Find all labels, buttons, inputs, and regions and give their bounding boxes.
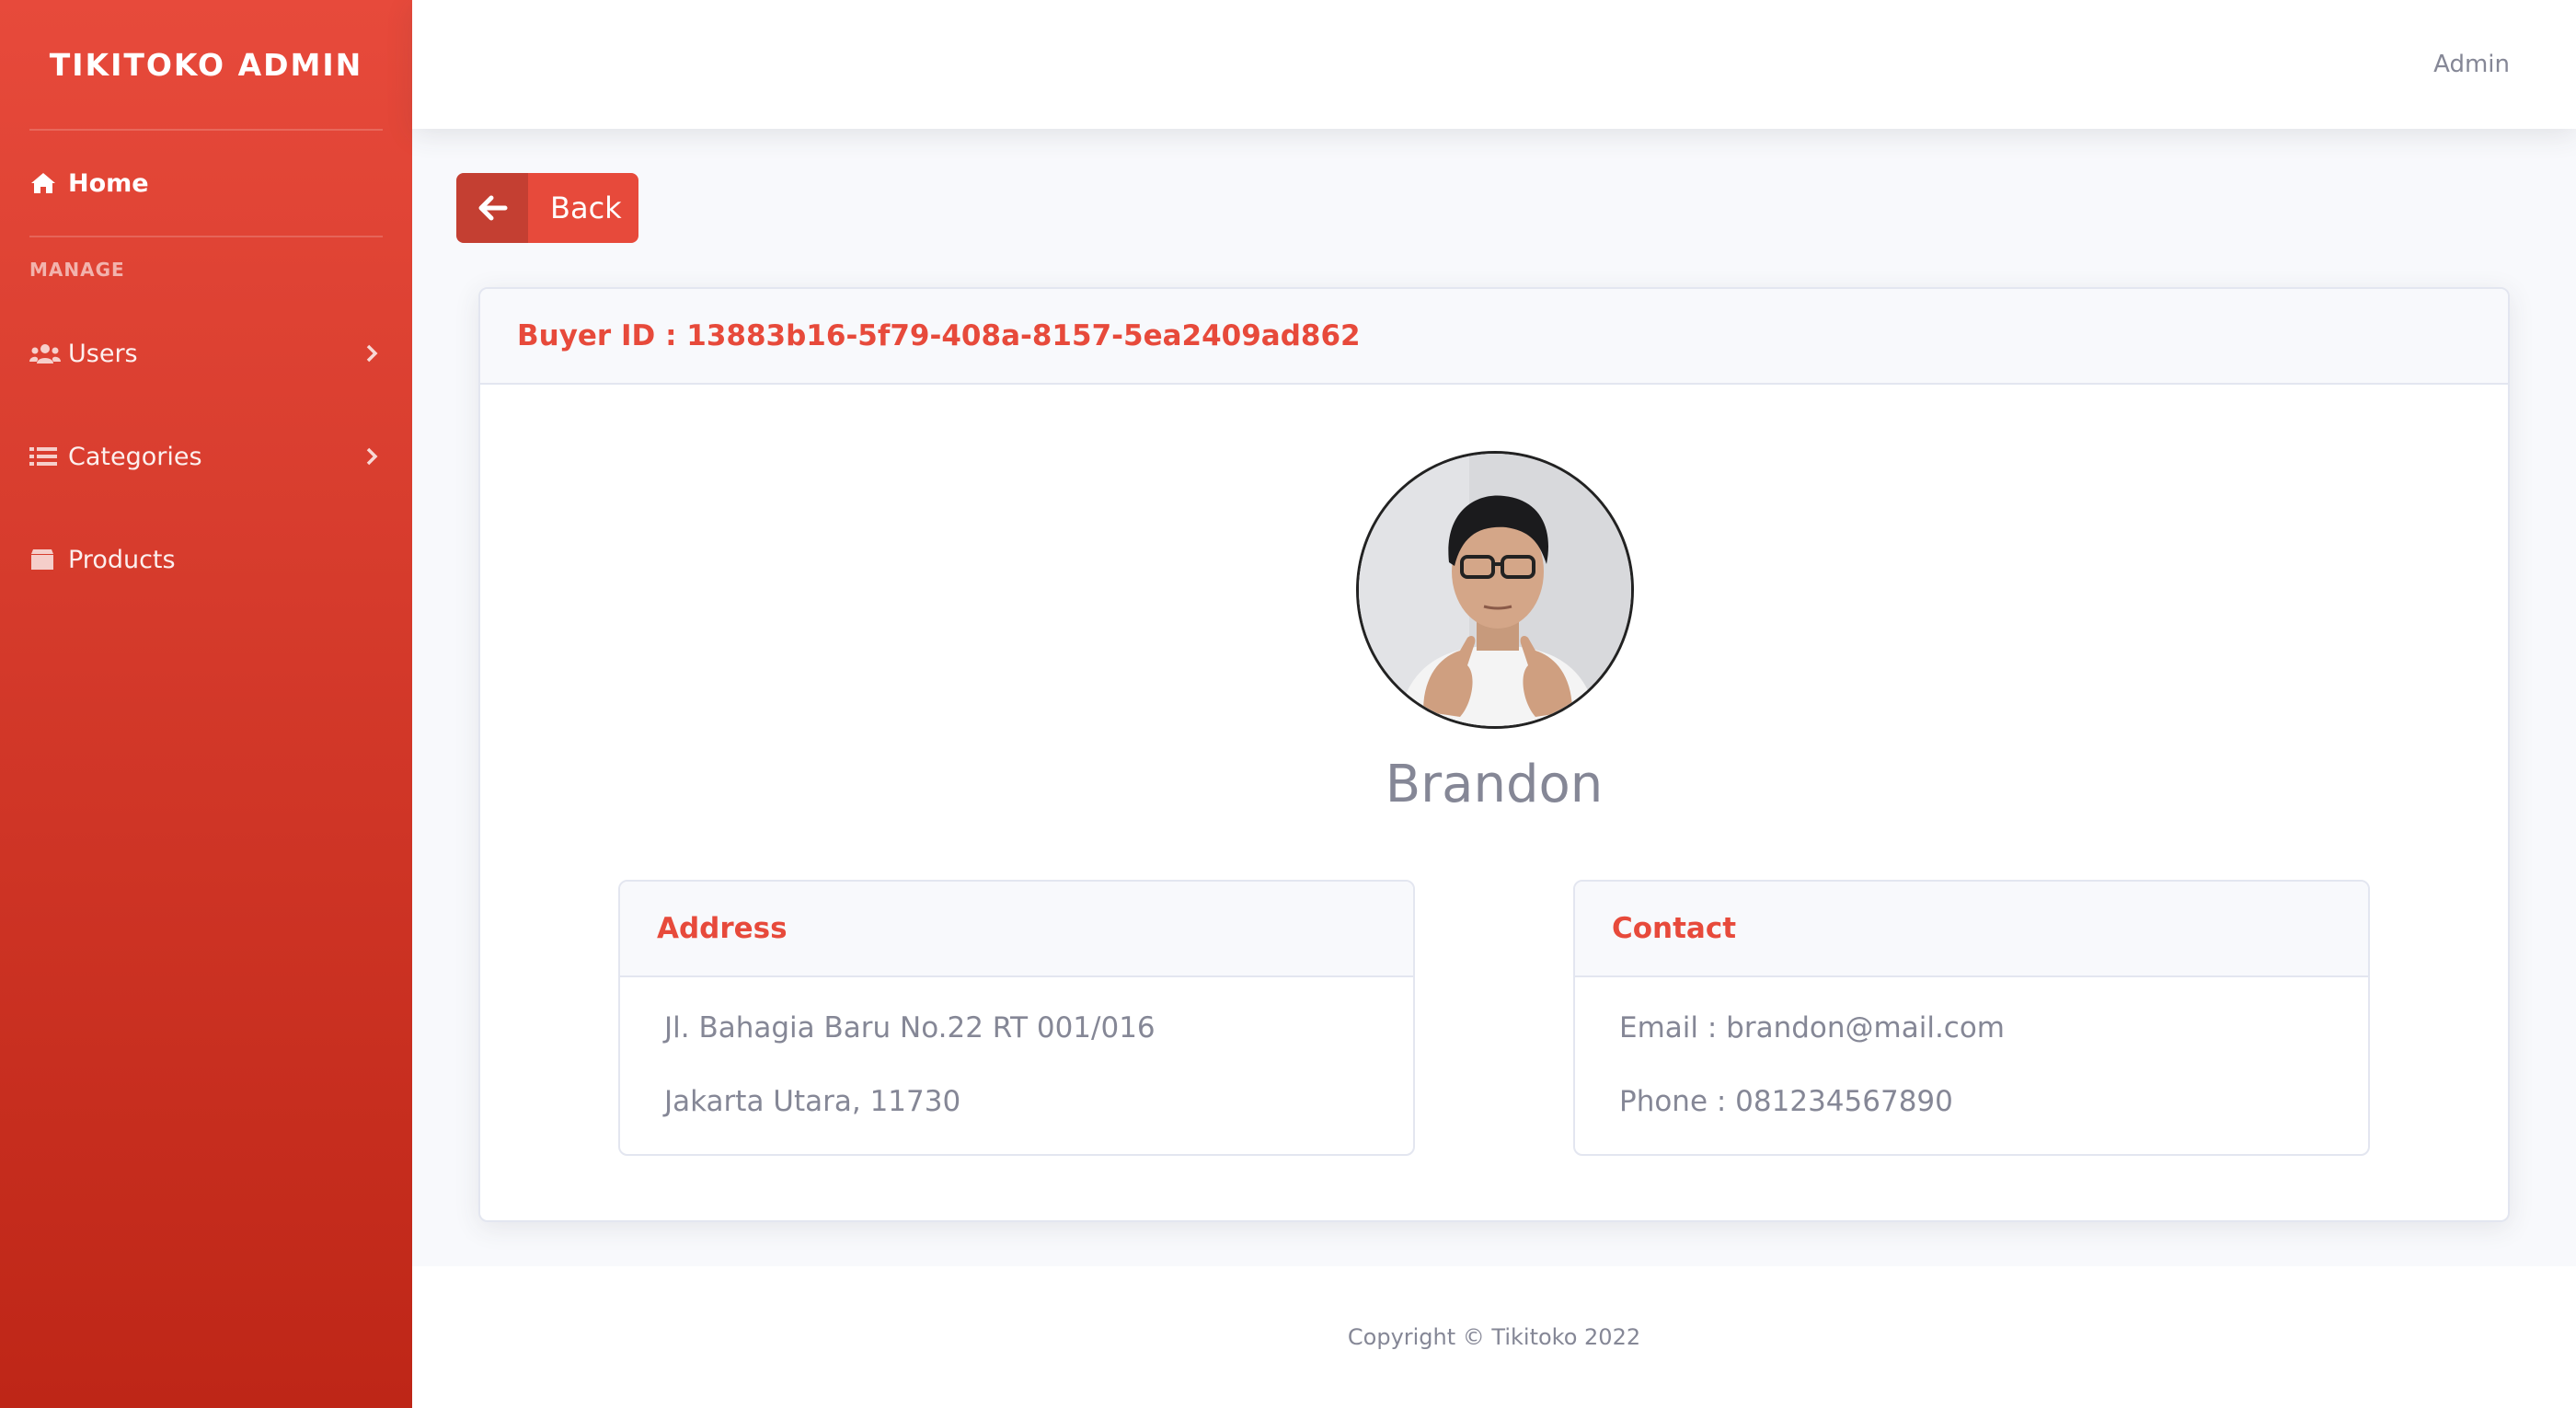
contact-card-header: Contact (1575, 882, 2368, 977)
back-button-label: Back (550, 190, 622, 225)
buyer-name: Brandon (1385, 755, 1604, 814)
user-menu[interactable]: Admin (2433, 51, 2510, 78)
users-icon (29, 340, 61, 367)
sidebar-item-users[interactable]: Users (0, 302, 412, 405)
footer: Copyright © Tikitoko 2022 (412, 1266, 2576, 1408)
buyer-card: Buyer ID : 13883b16-5f79-408a-8157-5ea24… (478, 287, 2510, 1222)
address-title: Address (657, 912, 788, 945)
address-card-header: Address (620, 882, 1413, 977)
avatar (1356, 451, 1634, 729)
sidebar: TIKITOKO ADMIN Home MANAGE Users Categor… (0, 0, 412, 1408)
box-icon (29, 546, 61, 573)
contact-title: Contact (1612, 912, 1737, 945)
address-card-body: Jl. Bahagia Baru No.22 RT 001/016 Jakart… (620, 977, 1413, 1154)
address-line-1: Jl. Bahagia Baru No.22 RT 001/016 (664, 1011, 1156, 1044)
copyright-text: Copyright © Tikitoko 2022 (1347, 1324, 1641, 1350)
address-line-2: Jakarta Utara, 11730 (664, 1085, 961, 1118)
back-button[interactable]: Back (456, 173, 638, 243)
sidebar-item-home[interactable]: Home (0, 131, 412, 236)
buyer-id-title: Buyer ID : 13883b16-5f79-408a-8157-5ea24… (517, 319, 1361, 352)
sidebar-item-label: Home (68, 168, 149, 198)
chevron-right-icon (361, 342, 383, 364)
contact-card: Contact Email : brandon@mail.com Phone :… (1573, 880, 2370, 1156)
sidebar-item-label: Categories (68, 442, 202, 471)
home-icon (29, 169, 61, 197)
sidebar-item-label: Users (68, 339, 138, 368)
contact-card-body: Email : brandon@mail.com Phone : 0812345… (1575, 977, 2368, 1154)
sidebar-brand[interactable]: TIKITOKO ADMIN (0, 0, 412, 129)
address-card: Address Jl. Bahagia Baru No.22 RT 001/01… (618, 880, 1415, 1156)
list-icon (29, 443, 61, 470)
arrow-left-icon (456, 173, 528, 243)
contact-phone: Phone : 081234567890 (1619, 1085, 1953, 1118)
topbar: Admin (412, 0, 2576, 129)
contact-email: Email : brandon@mail.com (1619, 1011, 2005, 1044)
sidebar-heading: MANAGE (29, 259, 125, 281)
sidebar-item-products[interactable]: Products (0, 508, 412, 611)
buyer-card-header: Buyer ID : 13883b16-5f79-408a-8157-5ea24… (480, 289, 2508, 385)
chevron-right-icon (361, 445, 383, 467)
sidebar-item-label: Products (68, 545, 176, 574)
sidebar-item-categories[interactable]: Categories (0, 405, 412, 508)
